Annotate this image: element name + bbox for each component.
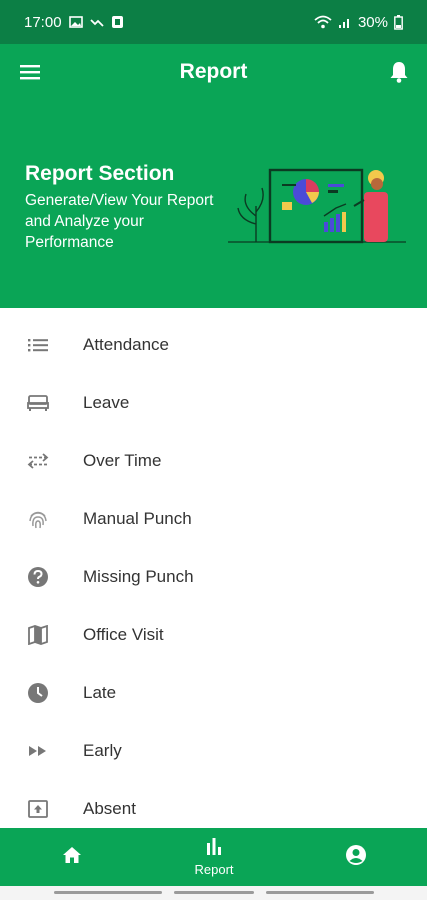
list-item-manual-punch[interactable]: Manual Punch xyxy=(0,490,427,548)
bottom-nav: Report xyxy=(0,828,427,886)
list-item-label: Early xyxy=(83,741,122,760)
gallery-icon xyxy=(68,15,83,29)
list-item-label: Office Visit xyxy=(83,625,164,644)
list-item-attendance[interactable]: Attendance xyxy=(0,316,427,374)
list-icon xyxy=(26,333,50,357)
map-icon xyxy=(26,623,50,647)
list-item-leave[interactable]: Leave xyxy=(0,374,427,432)
list-item-label: Absent xyxy=(83,799,136,818)
hero-title: Report Section xyxy=(25,162,175,185)
gesture-area xyxy=(0,886,427,900)
wifi-icon xyxy=(314,15,332,29)
status-bar: 17:00 30% xyxy=(0,0,427,44)
bar-chart-icon xyxy=(205,837,223,860)
list-item-early[interactable]: Early xyxy=(0,722,427,780)
list-item-late[interactable]: Late xyxy=(0,664,427,722)
swap-arrows-icon xyxy=(26,449,50,473)
list-item-label: Late xyxy=(83,683,117,702)
app-notification-icon xyxy=(111,15,124,29)
nav-report-label: Report xyxy=(194,862,234,877)
gesture-bar-right xyxy=(266,891,374,894)
absent-box-icon xyxy=(26,797,50,821)
report-list: Attendance Leave Over Time Manual Punch … xyxy=(0,316,427,838)
list-item-label: Leave xyxy=(83,393,130,412)
list-item-over-time[interactable]: Over Time xyxy=(0,432,427,490)
fast-forward-icon xyxy=(26,739,50,763)
nav-home[interactable] xyxy=(50,828,94,886)
report-illustration xyxy=(228,166,408,246)
account-circle-icon xyxy=(345,844,367,871)
signal-icon xyxy=(338,15,352,29)
menu-icon[interactable] xyxy=(16,58,44,86)
bell-icon[interactable] xyxy=(385,58,413,86)
status-time: 17:00 xyxy=(24,13,62,31)
gesture-bar-center xyxy=(174,891,254,894)
app-bar: Report xyxy=(0,44,427,100)
nav-profile[interactable] xyxy=(334,828,378,886)
bed-icon xyxy=(26,391,50,415)
fingerprint-icon xyxy=(26,507,50,531)
list-item-label: Attendance xyxy=(83,335,170,354)
list-item-missing-punch[interactable]: Missing Punch xyxy=(0,548,427,606)
list-item-label: Over Time xyxy=(83,451,162,470)
help-circle-icon xyxy=(26,565,50,589)
page-title: Report xyxy=(179,60,248,83)
list-item-label: Manual Punch xyxy=(83,509,192,528)
hero-subtitle: Generate/View Your Report and Analyze yo… xyxy=(25,192,214,251)
battery-text: 30% xyxy=(357,13,388,31)
gesture-bar-left xyxy=(54,891,162,894)
battery-icon xyxy=(394,14,403,30)
home-icon xyxy=(62,846,82,869)
list-item-office-visit[interactable]: Office Visit xyxy=(0,606,427,664)
list-item-label: Missing Punch xyxy=(83,567,194,586)
missed-call-icon xyxy=(89,15,104,29)
nav-report[interactable]: Report xyxy=(180,828,248,886)
clock-icon xyxy=(26,681,50,705)
hero-banner: Report Section Generate/View Your Report… xyxy=(0,100,427,308)
